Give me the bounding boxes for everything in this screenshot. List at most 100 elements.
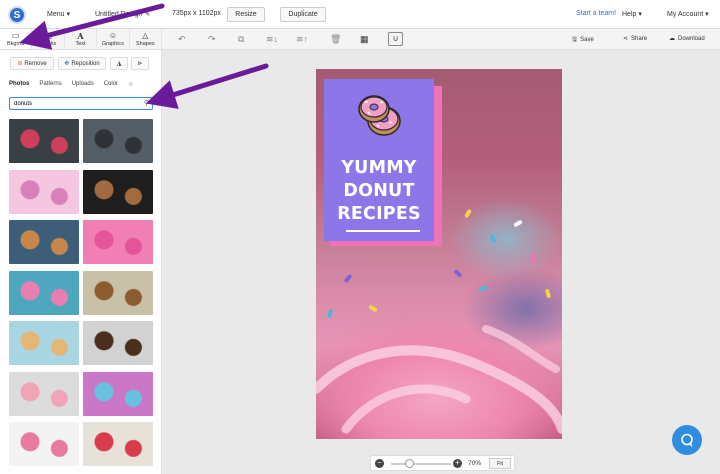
title-line: RECIPES xyxy=(337,204,421,224)
thumb-donut-stack[interactable] xyxy=(83,321,153,365)
sprinkle xyxy=(464,208,472,219)
zoom-bar: − + 70% Fit xyxy=(370,455,515,471)
reposition-label: Reposition xyxy=(71,60,100,67)
thumb-donut-drinks[interactable] xyxy=(9,169,79,214)
thumb-donuts-teal[interactable] xyxy=(9,270,79,315)
favorites-star-icon[interactable]: ☆ xyxy=(128,81,133,88)
help-label: Help xyxy=(622,11,637,18)
remove-icon: ⊘ xyxy=(17,61,23,67)
resize-button[interactable]: Resize xyxy=(227,7,265,22)
tab-label: Shapes xyxy=(136,40,155,47)
frosting-drips xyxy=(316,325,562,434)
sprinkle xyxy=(530,253,536,264)
download-label: Download xyxy=(678,35,705,42)
subtab-uploads[interactable]: Uploads xyxy=(72,81,94,87)
magnet-icon[interactable]: ∪ xyxy=(388,32,403,46)
subtab-color[interactable]: Color xyxy=(104,81,118,87)
text-icon: A xyxy=(77,30,84,41)
tab-label: Graphics xyxy=(101,40,124,47)
filter-button[interactable]: ⊳ xyxy=(131,57,149,70)
thumb-donuts-chocolate[interactable] xyxy=(83,169,153,214)
help-menu[interactable]: Help ▾ xyxy=(622,10,642,18)
zoom-slider-track[interactable] xyxy=(391,463,451,465)
remove-label: Remove xyxy=(24,60,47,67)
sprinkle xyxy=(513,219,523,228)
chevron-down-icon: ▾ xyxy=(638,11,642,18)
thumb-donuts-colorful[interactable] xyxy=(83,422,153,466)
share-icon: ⋖ xyxy=(623,36,629,42)
chat-bubble-icon xyxy=(681,433,693,447)
tab-shapes[interactable]: △ Shapes xyxy=(130,29,163,49)
undo-icon[interactable]: ↶ xyxy=(178,34,186,44)
copy-icon[interactable]: ⧉ xyxy=(238,34,244,44)
subtab-photos[interactable]: Photos xyxy=(9,81,29,87)
download-button[interactable]: ☁ Download xyxy=(669,35,705,43)
thumb-donuts-assorted[interactable] xyxy=(83,270,153,315)
logo-letter: S xyxy=(13,9,21,21)
arrow-to-search xyxy=(145,63,269,109)
grid-icon[interactable]: ▦ xyxy=(360,34,369,44)
zoom-level: 70% xyxy=(468,460,482,467)
flip-button[interactable]: ◮ xyxy=(110,57,128,70)
pencil-icon: ✎ xyxy=(144,11,151,18)
design-canvas[interactable]: YUMMY DONUT RECIPES xyxy=(316,69,562,439)
save-label: Save xyxy=(580,37,594,43)
tab-label: Bkgrnd xyxy=(6,40,25,47)
tab-label: Text xyxy=(75,40,86,47)
background-subtabs: Photos Patterns Uploads Color ☆ xyxy=(9,78,154,90)
background-panel: ⊘ Remove ✥ Reposition ◮ ⊳ Photos Patterns … xyxy=(0,50,162,474)
account-label: My Account xyxy=(667,11,704,18)
photo-search-box[interactable]: ⚲ xyxy=(9,97,153,110)
shapes-icon: △ xyxy=(142,30,149,40)
graphics-icon: ☺ xyxy=(108,30,117,40)
download-icon: ☁ xyxy=(669,36,675,42)
zoom-slider-handle[interactable] xyxy=(405,459,414,468)
title-underline xyxy=(346,230,420,232)
filter-icon: ⊳ xyxy=(137,61,143,67)
remove-button[interactable]: ⊘ Remove xyxy=(10,57,54,70)
start-team-link[interactable]: Start a team! xyxy=(576,10,616,17)
reposition-button[interactable]: ✥ Reposition xyxy=(58,57,106,70)
chevron-down-icon: ▾ xyxy=(66,11,70,18)
title-line: DONUT xyxy=(343,181,415,201)
duplicate-button[interactable]: Duplicate xyxy=(280,7,326,22)
redo-icon[interactable]: ↷ xyxy=(208,34,216,44)
thumb-donut-white[interactable] xyxy=(9,422,79,466)
fit-button[interactable]: Fit xyxy=(489,458,511,469)
title-line: YUMMY xyxy=(341,158,417,178)
tab-label: Blocks xyxy=(40,40,57,47)
title-card[interactable]: YUMMY DONUT RECIPES xyxy=(324,79,434,241)
canvas-dimensions: 735px x 1102px xyxy=(172,10,221,17)
tab-background[interactable]: ▭ Bkgrnd xyxy=(0,29,33,49)
sprinkle xyxy=(489,233,497,244)
save-icon: 🖫 xyxy=(572,37,578,43)
zoom-in-icon[interactable]: + xyxy=(453,459,462,468)
save-button[interactable]: 🖫 Save xyxy=(572,35,594,45)
trash-icon[interactable]: 🗑 xyxy=(330,34,341,44)
tab-graphics[interactable]: ☺ Graphics xyxy=(97,29,130,49)
thumb-sprinkles[interactable] xyxy=(83,371,153,416)
top-bar: S Menu ▾ Untitled Design ✎ 735px x 1102p… xyxy=(0,0,720,29)
thumb-donuts-dark-table[interactable] xyxy=(9,119,79,163)
photo-search-input[interactable] xyxy=(10,98,138,109)
bring-forward-icon[interactable]: ≋↑ xyxy=(296,34,308,44)
tab-blocks[interactable]: ◫ Blocks xyxy=(32,29,65,49)
menu-label: Menu xyxy=(47,11,65,18)
app-logo[interactable]: S xyxy=(8,6,26,24)
thumb-donut-hand[interactable] xyxy=(9,371,79,416)
account-menu[interactable]: My Account ▾ xyxy=(667,10,709,18)
zoom-out-icon[interactable]: − xyxy=(375,459,384,468)
send-backward-icon[interactable]: ≋↓ xyxy=(266,34,278,44)
thumb-donuts-plate[interactable] xyxy=(9,321,79,365)
thumb-donut-grey[interactable] xyxy=(83,119,153,163)
subtab-patterns[interactable]: Patterns xyxy=(39,81,61,87)
thumb-donuts-pink[interactable] xyxy=(83,220,153,264)
search-icon[interactable]: ⚲ xyxy=(144,99,149,107)
share-button[interactable]: ⋖ Share xyxy=(623,35,647,43)
tab-text[interactable]: A Text xyxy=(65,29,98,49)
design-title[interactable]: YUMMY DONUT RECIPES xyxy=(324,157,434,226)
document-title[interactable]: Untitled Design ✎ xyxy=(95,10,150,18)
menu-button[interactable]: Menu ▾ xyxy=(47,10,70,18)
thumb-donut-shop[interactable] xyxy=(9,220,79,264)
chat-button[interactable] xyxy=(672,425,702,455)
